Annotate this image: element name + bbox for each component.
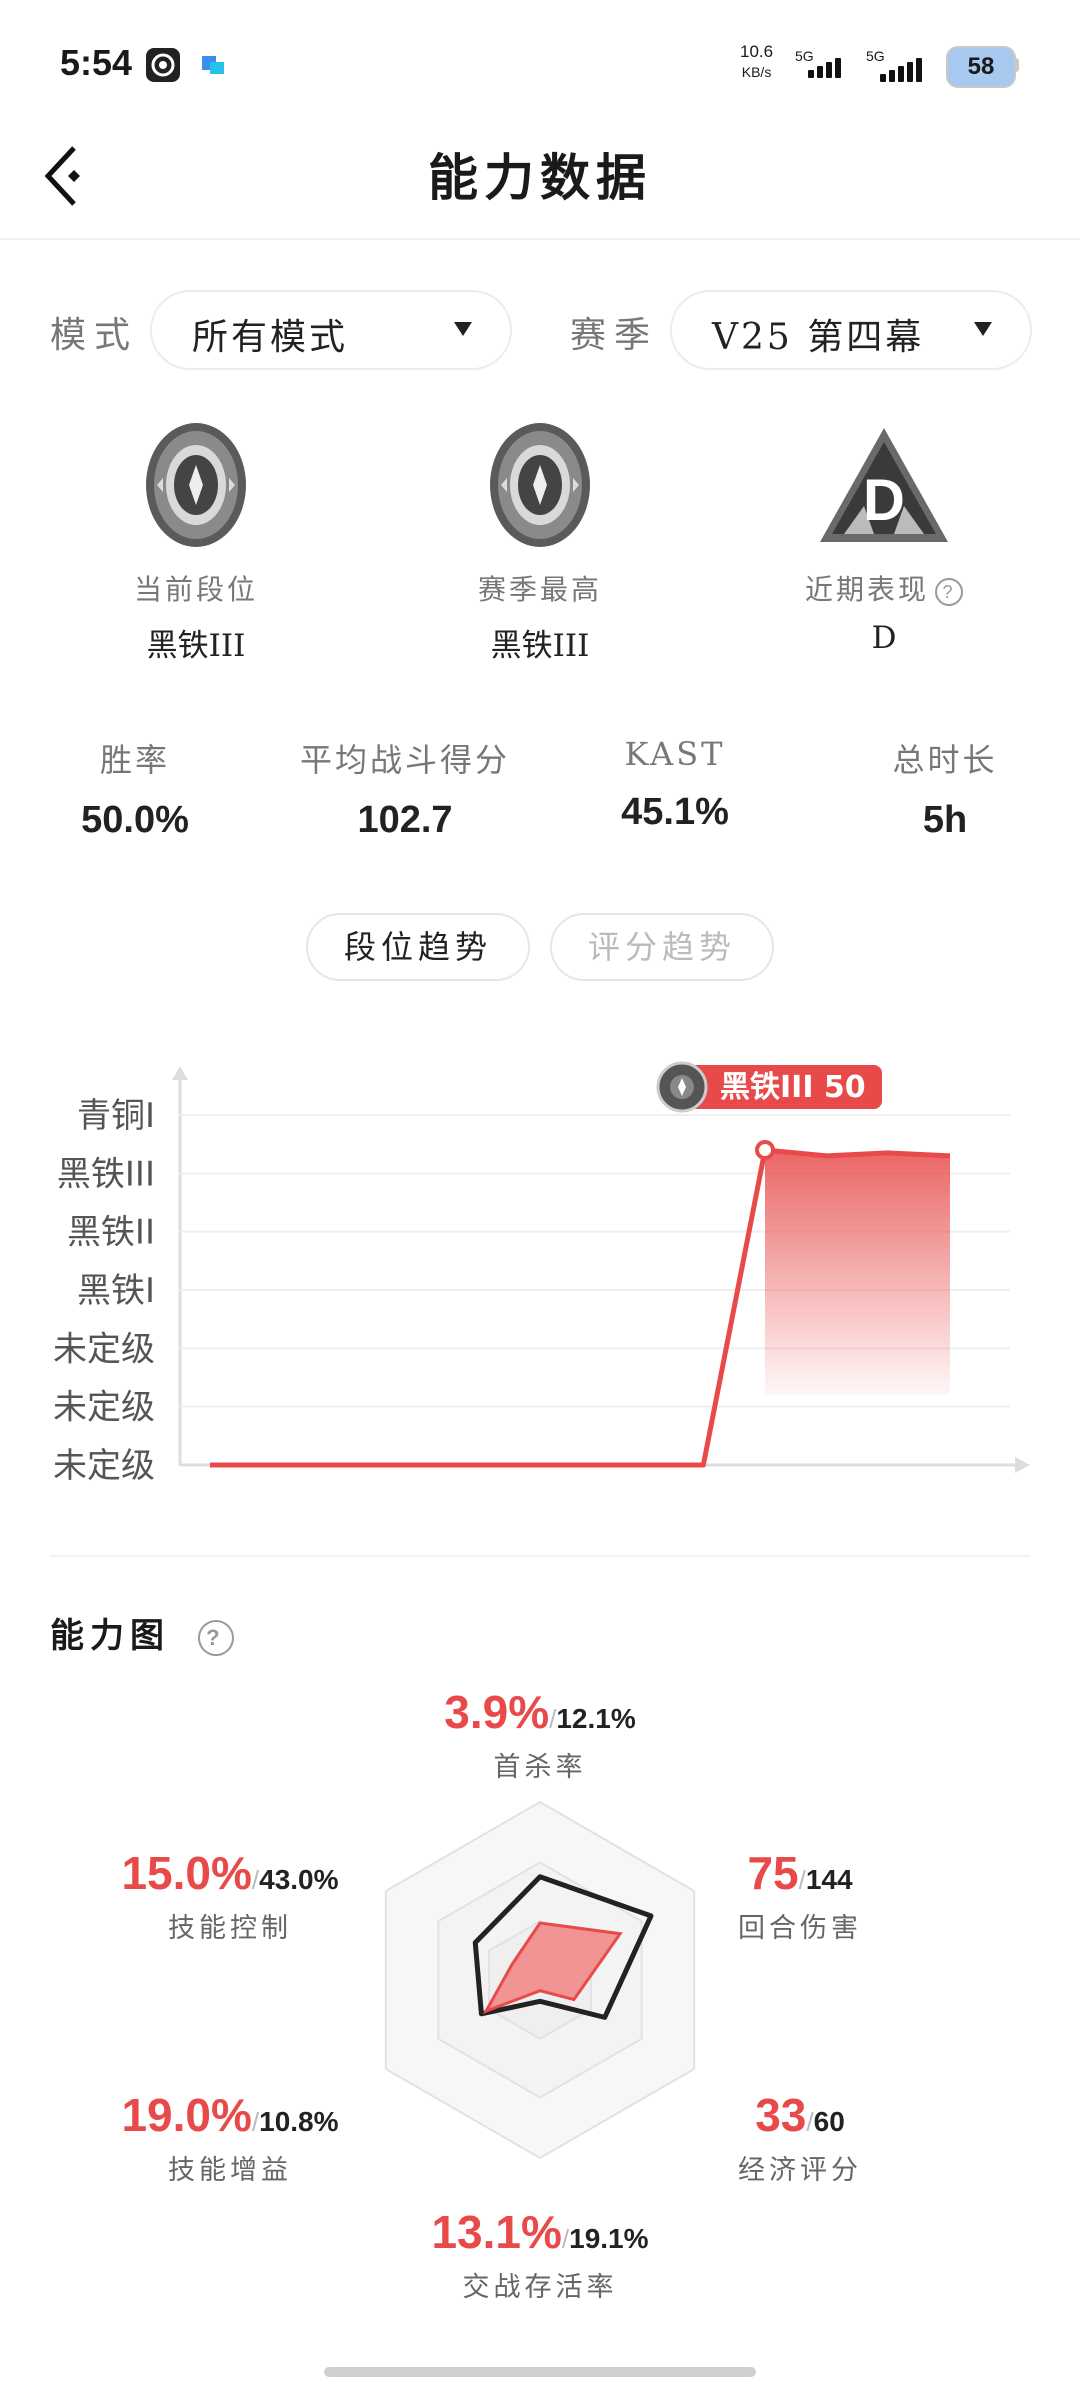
axis-caption: 回合伤害 [738, 1913, 862, 1944]
stat-total-time: 总时长 5h [810, 735, 1080, 842]
mode-select-value: 所有模式 [192, 317, 349, 358]
help-icon[interactable]: ? [197, 1620, 234, 1656]
y-tick-label: 青铜I [77, 1096, 155, 1136]
help-icon[interactable]: ? [935, 577, 963, 606]
grade-letter: D [863, 468, 905, 533]
radar-label-skill-control: 15.0%/43.0% 技能控制 [100, 1846, 360, 1945]
y-tick-label: 未定级 [53, 1446, 155, 1486]
x-axis-arrow [1015, 1457, 1030, 1473]
app-notification-icon [146, 48, 180, 82]
stat-kast: KAST 45.1% [540, 735, 810, 834]
rank-caption: 近期表现? [734, 568, 1034, 608]
page-title: 能力数据 [428, 148, 652, 207]
stat-label: 胜率 [99, 741, 170, 779]
rank-value: D [871, 620, 897, 656]
radar-label-survival: 13.1%/19.1% 交战存活率 [410, 2205, 670, 2304]
radar-label-economy: 33/60 经济评分 [670, 2088, 930, 2187]
signal-icon-2 [880, 58, 922, 82]
current-rank: 当前段位 黑铁III [46, 420, 346, 665]
axis-caption: 技能增益 [168, 2155, 292, 2186]
battery-tip [1014, 58, 1019, 72]
separator: / [806, 2107, 814, 2137]
section-divider [50, 1555, 1030, 1557]
average-value: 60 [813, 2106, 845, 2137]
dropdown-caret-icon [974, 322, 992, 336]
average-value: 19.1% [569, 2223, 649, 2254]
tooltip-text: 黑铁III 50 [720, 1070, 866, 1105]
stat-value: 5h [922, 799, 968, 841]
average-value: 12.1% [556, 1703, 636, 1734]
stat-value: 50.0% [81, 799, 189, 841]
average-value: 10.8% [259, 2106, 339, 2137]
rank-trend-chart: 未定级未定级未定级黑铁I黑铁II黑铁III青铜I 黑铁III 50 [53, 1061, 1030, 1486]
home-indicator[interactable] [324, 2367, 756, 2377]
dropdown-caret-icon [454, 322, 472, 336]
selected-data-point [755, 1140, 775, 1160]
player-value: 33 [755, 2089, 807, 2141]
header-divider [0, 238, 1080, 240]
average-value: 43.0% [259, 1864, 339, 1895]
chart-tooltip: 黑铁III 50 [656, 1061, 882, 1113]
y-tick-label: 黑铁II [67, 1213, 155, 1253]
radar-label-skill-buff: 19.0%/10.8% 技能增益 [100, 2088, 360, 2187]
rank-caption: 赛季最高 [477, 573, 602, 606]
stat-value: 102.7 [357, 799, 453, 841]
battery-icon: 58 [946, 46, 1016, 88]
rank-area [765, 1150, 950, 1395]
stat-label: 总时长 [892, 741, 998, 779]
player-value: 19.0% [121, 2089, 252, 2141]
season-label: 赛季 [570, 315, 659, 356]
axis-caption: 首杀率 [493, 1752, 587, 1783]
y-axis-arrow [172, 1066, 188, 1080]
axis-caption: 技能控制 [168, 1913, 292, 1944]
player-value: 13.1% [431, 2206, 562, 2258]
recent-performance[interactable]: D 近期表现? D [734, 420, 1034, 656]
stat-label: KAST [624, 735, 726, 773]
season-select-value: V25 第四幕 [712, 317, 925, 358]
average-value: 144 [805, 1864, 853, 1895]
iron-rank-badge-icon [490, 423, 590, 547]
net-speed-unit: KB/s [741, 64, 772, 80]
radar-label-round-damage: 75/144 回合伤害 [670, 1846, 930, 1945]
net-speed-value: 10.6 [740, 42, 774, 61]
stat-avg-combat-score: 平均战斗得分 102.7 [270, 735, 540, 842]
signal-icon [808, 58, 841, 78]
rank-value: 黑铁III [146, 628, 246, 664]
player-value: 75 [747, 1847, 799, 1899]
separator: / [798, 1865, 806, 1895]
stat-winrate: 胜率 50.0% [0, 735, 270, 842]
status-time: 5:54 [60, 42, 133, 83]
rank-caption: 当前段位 [133, 573, 258, 606]
ability-title-text: 能力图 [50, 1616, 170, 1656]
rank-value: 黑铁III [490, 628, 590, 664]
mode-select[interactable]: 所有模式 [150, 290, 512, 370]
y-tick-label: 未定级 [53, 1329, 155, 1369]
iron-rank-badge-icon [146, 423, 246, 547]
mode-label: 模式 [50, 315, 139, 356]
season-high-rank: 赛季最高 黑铁III [390, 420, 690, 665]
ability-title: 能力图 ? [50, 1608, 234, 1657]
y-tick-label: 黑铁I [77, 1271, 155, 1311]
stat-value: 45.1% [621, 791, 729, 833]
y-tick-label: 未定级 [53, 1388, 155, 1428]
tab-score-trend[interactable]: 评分趋势 [550, 913, 774, 981]
axis-caption: 经济评分 [738, 2155, 862, 2186]
performance-grade-badge-icon: D [820, 428, 948, 542]
y-tick-label: 黑铁III [57, 1154, 155, 1194]
stat-label: 平均战斗得分 [299, 741, 510, 779]
network-speed: 10.6 KB/s [740, 42, 773, 82]
rank-caption-text: 近期表现 [804, 573, 929, 606]
tab-rank-trend[interactable]: 段位趋势 [306, 913, 530, 981]
app-notification-icon-2 [196, 48, 230, 82]
axis-caption: 交战存活率 [462, 2272, 618, 2303]
season-select[interactable]: V25 第四幕 [670, 290, 1032, 370]
player-value: 3.9% [444, 1686, 550, 1738]
player-value: 15.0% [121, 1847, 252, 1899]
radar-label-first-kill: 3.9%/12.1% 首杀率 [410, 1685, 670, 1784]
